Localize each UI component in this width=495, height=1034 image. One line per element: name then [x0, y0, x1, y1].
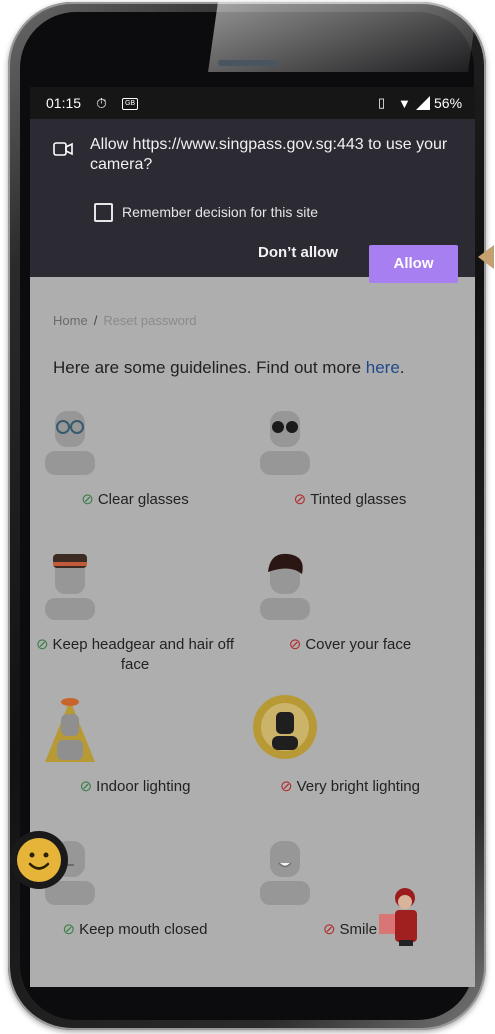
remember-checkbox[interactable]	[94, 203, 113, 222]
vibrate-icon: ▯	[378, 95, 386, 110]
guideline-caption: ⊘ Very bright lighting	[250, 777, 450, 797]
guideline-label: Indoor lighting	[96, 778, 191, 795]
camera-icon	[53, 142, 73, 156]
guideline-card: ⊘ Indoor lighting	[35, 692, 235, 797]
battery-level: 56%	[434, 95, 463, 111]
cover-face-avatar-icon	[260, 553, 310, 620]
camera-permission-dialog: Allow https://www.singpass.gov.sg:443 to…	[30, 119, 475, 283]
guideline-card: ⊘ Very bright lighting	[250, 692, 450, 797]
wifi-icon: ▼	[398, 95, 411, 111]
callout-pointer-arrow	[478, 245, 494, 269]
signal-icon	[416, 96, 430, 110]
check-icon: ⊘	[81, 491, 94, 508]
guideline-caption: ⊘ Indoor lighting	[35, 777, 235, 797]
allow-button[interactable]: Allow	[369, 245, 458, 283]
permission-prompt: Allow https://www.singpass.gov.sg:443 to…	[90, 136, 448, 173]
guideline-card: ⊘ Clear glasses	[35, 405, 235, 510]
tinted-glasses-avatar-icon	[260, 411, 310, 475]
guideline-card: ⊘ Cover your face	[250, 550, 450, 655]
breadcrumb-separator: /	[93, 313, 98, 328]
guideline-card: ⊘ Keep headgear and hair off face	[35, 550, 235, 675]
guideline-card: ⊘ Tinted glasses	[250, 405, 450, 510]
phone-screen: 01:15 ⏱ GB ▯ ▼ 56% Allow https://www.sin…	[30, 87, 475, 987]
check-icon: ⊘	[79, 778, 93, 795]
breadcrumb-current: Reset password	[103, 313, 197, 328]
bright-lighting-avatar-icon	[253, 695, 317, 759]
intro-end: .	[399, 358, 405, 377]
guideline-label: Keep headgear and hair off face	[52, 636, 235, 673]
smile-avatar-icon	[260, 841, 310, 905]
guideline-caption: ⊘ Cover your face	[250, 635, 450, 655]
status-bar: 01:15 ⏱ GB ▯ ▼ 56%	[30, 87, 475, 119]
prohibited-icon: ⊘	[322, 921, 336, 938]
check-icon: ⊘	[62, 921, 76, 938]
intro-text: Here are some guidelines. Find out more	[53, 358, 366, 377]
guideline-label: Tinted glasses	[310, 491, 407, 508]
feedback-smiley-button[interactable]	[10, 831, 68, 889]
guideline-caption: ⊘ Keep mouth closed	[35, 920, 235, 940]
smiley-icon	[17, 838, 61, 882]
guideline-label: Smile	[339, 921, 378, 938]
mascot-illustration	[379, 888, 417, 946]
clear-glasses-avatar-icon	[45, 411, 95, 475]
guideline-label: Very bright lighting	[296, 778, 420, 795]
guideline-label: Cover your face	[305, 636, 412, 653]
guideline-caption: ⊘ Tinted glasses	[250, 490, 450, 510]
headgear-avatar-icon	[45, 554, 95, 620]
prohibited-icon: ⊘	[280, 778, 293, 795]
guideline-caption: ⊘ Keep headgear and hair off face	[35, 635, 235, 675]
dont-allow-button[interactable]: Don’t allow	[258, 244, 338, 261]
prohibited-icon: ⊘	[288, 636, 302, 653]
remember-label[interactable]: Remember decision for this site	[122, 204, 318, 220]
guideline-label: Keep mouth closed	[79, 921, 208, 938]
indoor-lighting-avatar-icon	[45, 698, 95, 762]
message-icon: GB	[122, 98, 138, 110]
guidelines-intro: Here are some guidelines. Find out more …	[53, 358, 405, 378]
guideline-label: Clear glasses	[97, 491, 189, 508]
timer-icon: ⏱	[96, 94, 107, 111]
status-time: 01:15	[46, 95, 82, 111]
prohibited-icon: ⊘	[293, 491, 307, 508]
speaker-grille	[218, 60, 278, 66]
guideline-caption: ⊘ Clear glasses	[35, 490, 235, 510]
check-icon: ⊘	[35, 636, 49, 653]
find-out-more-link[interactable]: here	[366, 358, 400, 377]
breadcrumb: Home / Reset password	[53, 313, 197, 328]
breadcrumb-home[interactable]: Home	[53, 313, 88, 328]
